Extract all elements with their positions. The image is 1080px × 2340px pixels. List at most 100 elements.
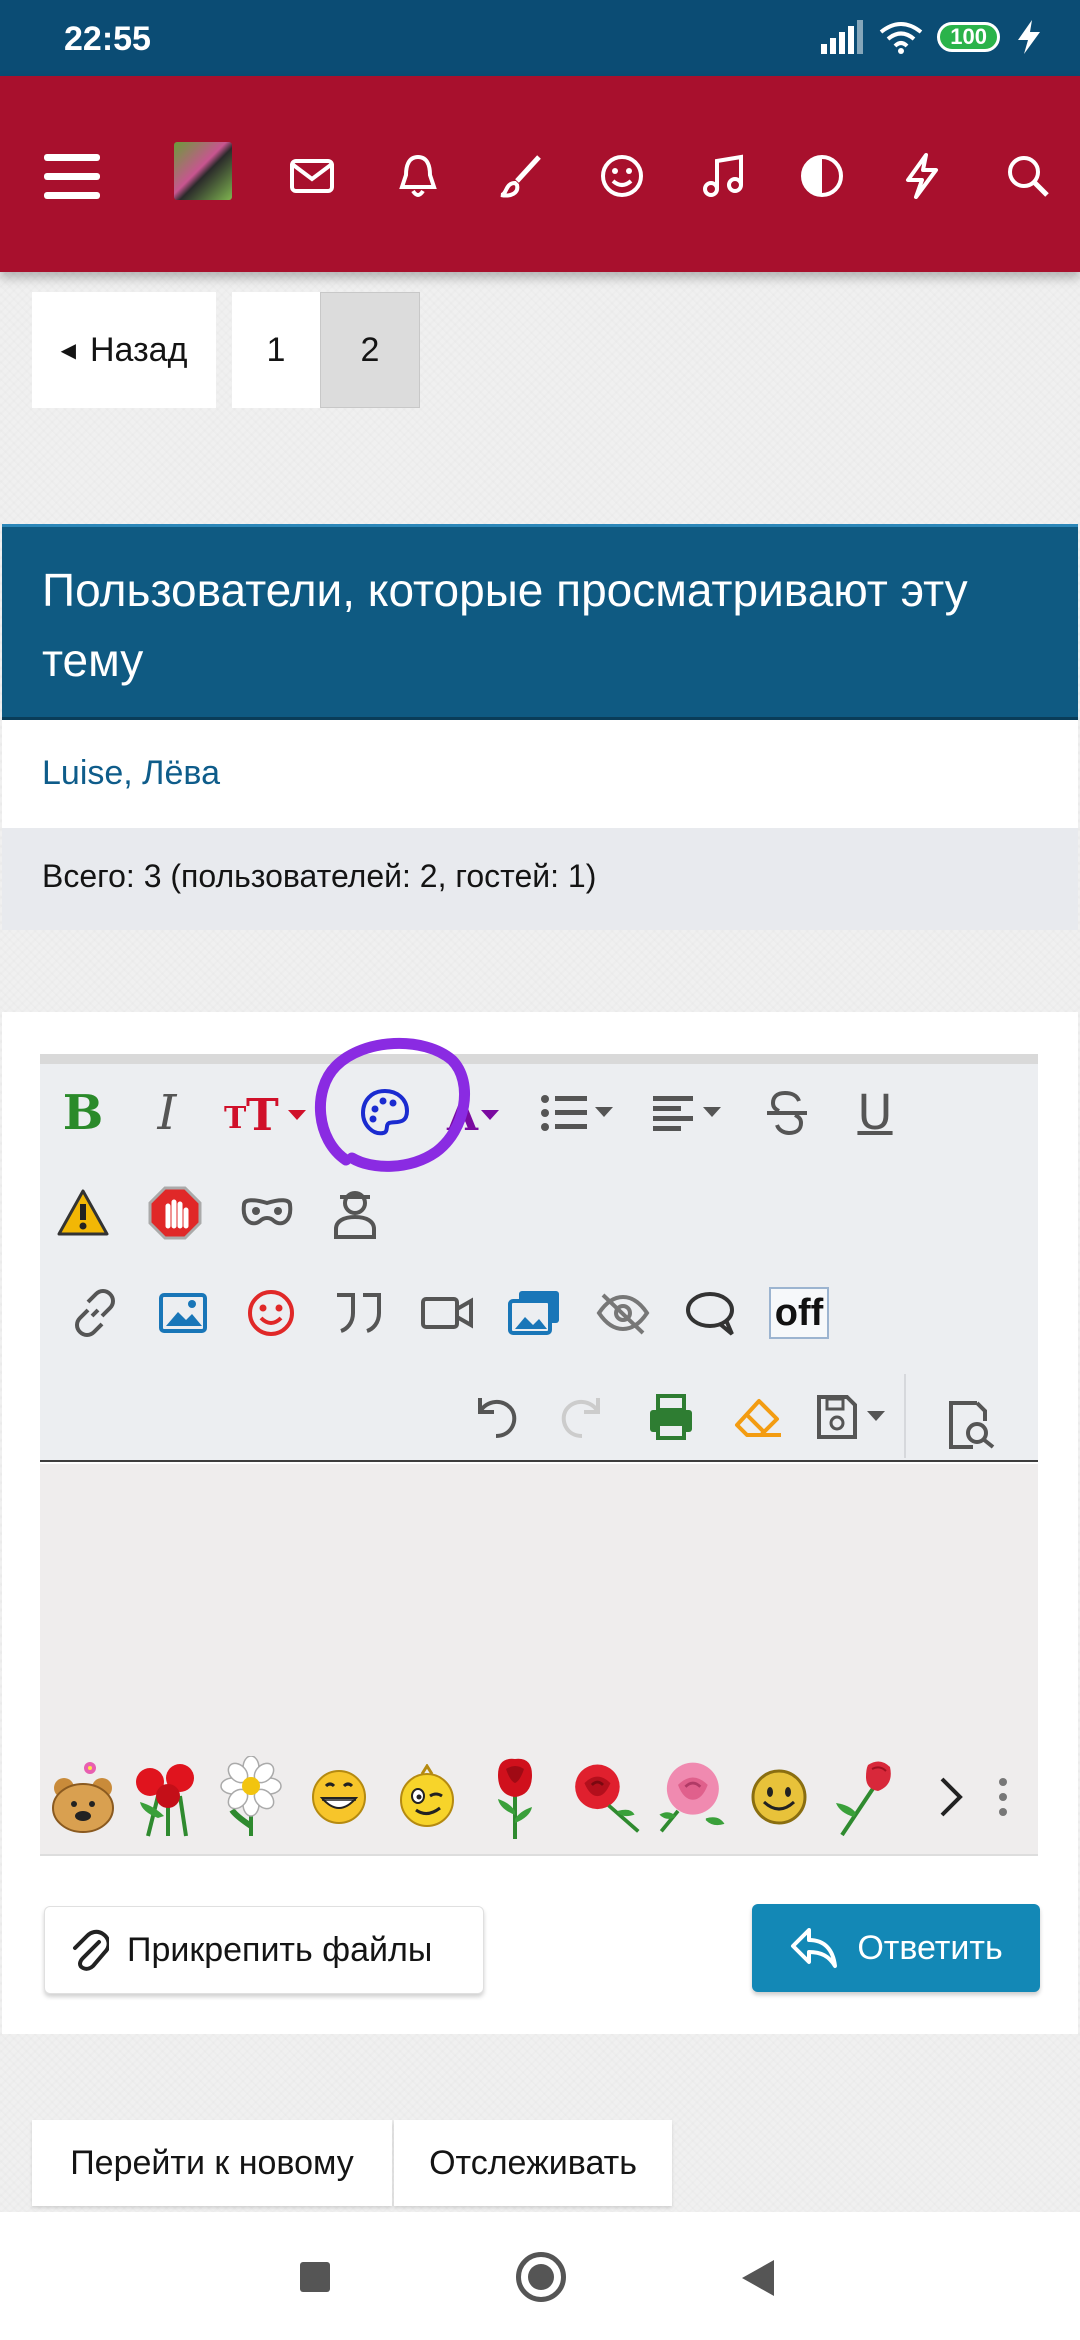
pager-page-1[interactable]: 1 — [232, 292, 320, 408]
bell-icon[interactable] — [388, 146, 448, 206]
red-rose-smiley[interactable] — [476, 1752, 554, 1842]
eraser-button[interactable] — [724, 1382, 794, 1452]
stop-hand-icon — [148, 1186, 202, 1240]
list-button[interactable] — [534, 1078, 624, 1148]
brush-icon[interactable] — [490, 146, 550, 206]
chevron-right-icon[interactable] — [926, 1752, 976, 1842]
smiley-face[interactable] — [740, 1752, 818, 1842]
align-icon — [653, 1096, 721, 1131]
user-secret-button[interactable] — [320, 1178, 390, 1248]
paperclip-icon — [73, 1929, 109, 1971]
wifi-icon — [880, 22, 923, 54]
smile-icon[interactable] — [592, 146, 652, 206]
status-time: 22:55 — [64, 20, 151, 58]
mail-icon[interactable] — [282, 146, 342, 206]
smilies-button[interactable] — [236, 1278, 306, 1348]
winking-smiley[interactable] — [388, 1752, 466, 1842]
attach-files-label: Прикрепить файлы — [127, 1930, 433, 1969]
link-button[interactable] — [60, 1278, 130, 1348]
svg-text:T: T — [246, 1090, 279, 1138]
spoiler-mask-button[interactable] — [232, 1178, 302, 1248]
align-button[interactable] — [646, 1078, 736, 1148]
list-icon — [541, 1095, 613, 1131]
undo-button[interactable] — [460, 1382, 530, 1452]
lightning-icon[interactable] — [892, 146, 952, 206]
preview-button[interactable] — [936, 1390, 1006, 1460]
warning-icon — [57, 1189, 109, 1236]
speech-bubble-button[interactable] — [676, 1278, 746, 1348]
reply-button[interactable]: Ответить — [752, 1904, 1040, 1992]
rose-smiley[interactable] — [564, 1752, 642, 1842]
strikethrough-button[interactable] — [752, 1078, 822, 1148]
bold-button[interactable]: B — [48, 1078, 118, 1148]
pager-back-label: Назад — [89, 330, 188, 369]
viewers-block-title: Пользователи, которые просматривают эту … — [2, 524, 1078, 720]
signal-icon — [821, 20, 864, 54]
bold-label: B — [62, 1085, 104, 1141]
rose-bud-smiley[interactable] — [828, 1752, 906, 1842]
font-size-button[interactable]: TT — [224, 1078, 314, 1148]
viewers-total: Всего: 3 (пользователей: 2, гостей: 1) — [2, 828, 1078, 930]
back-icon[interactable] — [740, 2258, 776, 2298]
bear-smiley[interactable] — [44, 1752, 122, 1842]
italic-label: I — [157, 1085, 177, 1141]
quote-button[interactable] — [324, 1278, 394, 1348]
red-flowers-smiley[interactable] — [128, 1752, 206, 1842]
pink-rose-smiley[interactable] — [652, 1752, 730, 1842]
menu-icon[interactable] — [42, 146, 102, 206]
message-input[interactable] — [40, 1464, 1038, 1738]
top-navigation — [0, 76, 1080, 272]
font-size-icon: TT — [224, 1090, 306, 1138]
viewers-list[interactable]: Luise, Лёва — [2, 720, 1078, 828]
eye-slash-icon — [596, 1293, 650, 1335]
reply-label: Ответить — [857, 1928, 1003, 1967]
home-icon[interactable] — [516, 2252, 566, 2302]
hide-content-button[interactable] — [588, 1278, 658, 1348]
redo-button[interactable] — [548, 1382, 618, 1452]
smilies-strip — [40, 1738, 1038, 1856]
underline-label: U — [857, 1085, 893, 1141]
watch-label: Отслеживать — [429, 2143, 637, 2182]
warning-button[interactable] — [48, 1178, 118, 1248]
smiley-icon — [248, 1290, 294, 1336]
off-tag-button[interactable]: off — [764, 1278, 834, 1348]
image-icon — [159, 1293, 207, 1333]
contrast-icon[interactable] — [792, 146, 852, 206]
mask-icon — [241, 1198, 293, 1226]
attach-files-button[interactable]: Прикрепить файлы — [44, 1906, 484, 1994]
pager-page-2[interactable]: 2 — [320, 292, 420, 408]
grin-smiley[interactable] — [300, 1752, 378, 1842]
annotation-circle — [314, 1038, 470, 1172]
go-to-new-button[interactable]: Перейти к новому — [32, 2120, 392, 2206]
gallery-button[interactable] — [500, 1278, 570, 1348]
recent-apps-icon[interactable] — [300, 2262, 330, 2292]
image-button[interactable] — [148, 1278, 218, 1348]
video-icon — [421, 1297, 473, 1329]
link-icon — [75, 1289, 115, 1337]
go-to-new-label: Перейти к новому — [70, 2143, 354, 2182]
video-button[interactable] — [412, 1278, 482, 1348]
status-bar: 22:55 100 — [0, 0, 1080, 76]
battery-indicator: 100 — [937, 22, 1000, 52]
stop-button[interactable] — [140, 1178, 210, 1248]
print-button[interactable] — [636, 1382, 706, 1452]
quote-icon — [337, 1293, 381, 1333]
eraser-icon — [735, 1399, 781, 1437]
more-vertical-icon[interactable] — [978, 1752, 1028, 1842]
watch-button[interactable]: Отслеживать — [394, 2120, 672, 2206]
pager-back-button[interactable]: ◀ Назад — [32, 292, 216, 408]
italic-button[interactable]: I — [132, 1078, 202, 1148]
status-icons: 100 — [821, 20, 1044, 54]
save-draft-button[interactable] — [812, 1382, 902, 1452]
pager-page-2-label: 2 — [360, 330, 380, 369]
toolbar-divider — [904, 1374, 906, 1458]
preview-icon — [949, 1401, 995, 1449]
search-icon[interactable] — [998, 146, 1058, 206]
underline-button[interactable]: U — [840, 1078, 910, 1148]
undo-icon — [478, 1398, 517, 1438]
avatar[interactable] — [174, 142, 232, 200]
music-icon[interactable] — [694, 146, 754, 206]
charging-icon — [1018, 20, 1040, 54]
daisy-smiley[interactable] — [212, 1752, 290, 1842]
svg-text:T: T — [224, 1101, 247, 1136]
